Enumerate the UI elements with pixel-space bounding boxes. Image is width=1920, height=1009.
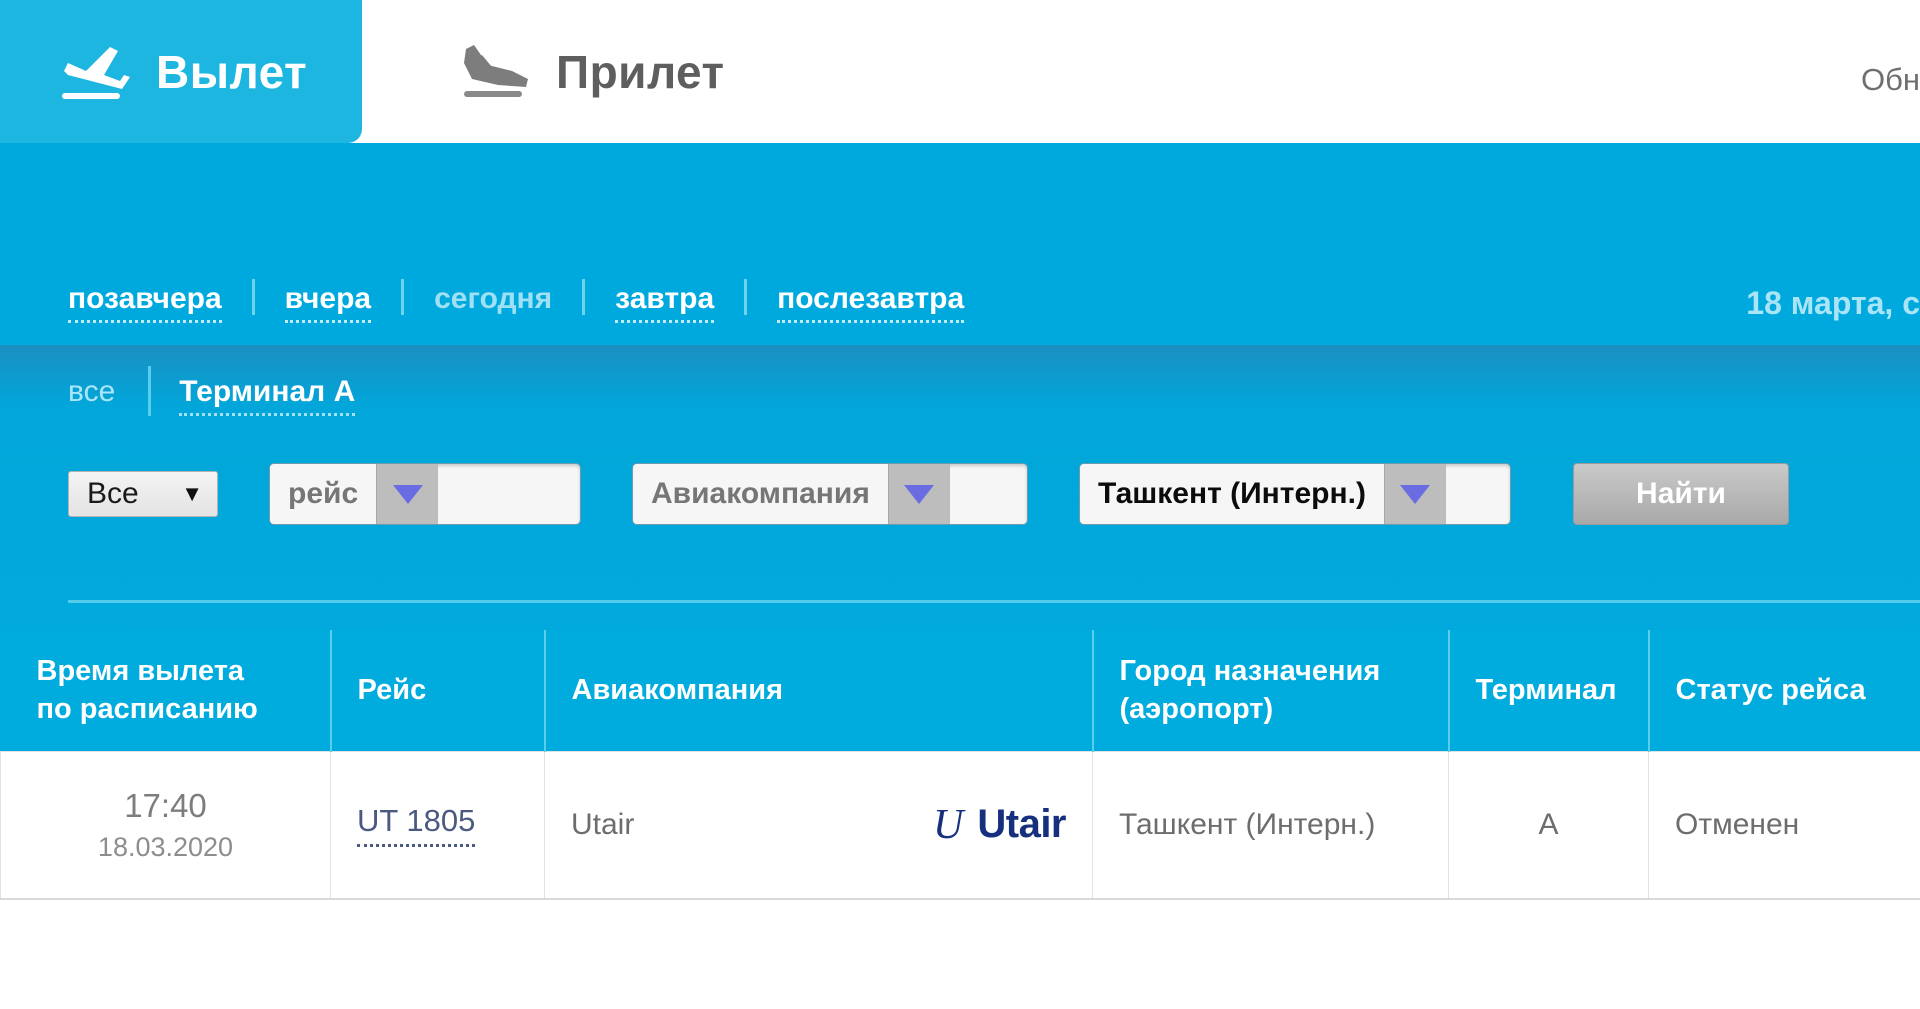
- city-combo[interactable]: Ташкент (Интерн.): [1079, 463, 1511, 525]
- cell-airline: Utair U Utair: [545, 751, 1093, 899]
- tab-arrival-label: Прилет: [556, 45, 725, 99]
- flight-date: 18.03.2020: [27, 829, 304, 865]
- date-bar: позавчера вчера сегодня завтра послезавт…: [0, 143, 1920, 345]
- column-header-flight: Рейс: [331, 630, 545, 751]
- table-row: 17:40 18.03.2020 UT 1805 Utair U Utair: [1, 751, 1920, 899]
- column-header-airline-line1: Авиакомпания: [572, 674, 784, 706]
- column-header-status: Статус рейса: [1649, 630, 1920, 751]
- date-separator: [401, 279, 404, 315]
- refresh-link[interactable]: Обн: [1861, 62, 1920, 98]
- column-header-terminal-line1: Терминал: [1476, 674, 1617, 706]
- airline-name: Utair: [571, 808, 634, 842]
- search-button-label: Найти: [1636, 477, 1726, 511]
- column-header-terminal: Терминал: [1449, 630, 1649, 751]
- column-header-flight-line1: Рейс: [358, 674, 427, 706]
- table-body: 17:40 18.03.2020 UT 1805 Utair U Utair: [1, 751, 1920, 899]
- flight-board-table: Время вылета по расписанию Рейс Авиакомп…: [0, 630, 1920, 900]
- city-combo-dropdown-button[interactable]: [1384, 464, 1446, 524]
- tab-arrival[interactable]: Прилет: [400, 0, 759, 143]
- column-header-time-line1: Время вылета: [37, 655, 245, 687]
- plane-departure-icon: [58, 41, 134, 103]
- cell-status: Отменен: [1649, 751, 1920, 899]
- table-header: Время вылета по расписанию Рейс Авиакомп…: [1, 630, 1920, 751]
- utair-logo-text: Utair: [977, 802, 1066, 847]
- chevron-down-icon: [393, 485, 423, 504]
- table-header-row: Время вылета по расписанию Рейс Авиакомп…: [1, 630, 1920, 751]
- flight-board-table-wrap: Время вылета по расписанию Рейс Авиакомп…: [0, 630, 1920, 900]
- terminal-filter-tabs: все Терминал А: [68, 366, 355, 416]
- airline-combo[interactable]: Авиакомпания: [632, 463, 1028, 525]
- date-separator: [582, 279, 585, 315]
- flight-number-link[interactable]: UT 1805: [357, 803, 475, 847]
- date-link-day-before-yesterday[interactable]: позавчера: [68, 282, 222, 323]
- date-separator: [252, 279, 255, 315]
- chevron-down-icon: [904, 485, 934, 504]
- column-header-status-line1: Статус рейса: [1676, 674, 1866, 706]
- terminal-filter-a[interactable]: Терминал А: [179, 375, 355, 416]
- flight-combo-dropdown-button[interactable]: [376, 464, 438, 524]
- column-header-city-line1: Город назначения: [1120, 655, 1381, 687]
- terminal-separator: [148, 366, 151, 416]
- date-range-links: позавчера вчера сегодня завтра послезавт…: [68, 279, 964, 323]
- tab-departure[interactable]: Вылет: [0, 0, 362, 143]
- utair-logo: U Utair: [933, 802, 1066, 847]
- flight-combo[interactable]: рейс: [269, 463, 581, 525]
- flight-combo-value: рейс: [270, 464, 376, 524]
- column-header-time-line2: по расписанию: [37, 690, 330, 728]
- airline-combo-value: Авиакомпания: [633, 464, 888, 524]
- filter-controls: Все ▼ рейс Авиакомпания Ташкент (Интерн.…: [68, 463, 1789, 525]
- airline-cell-inner: Utair U Utair: [571, 802, 1066, 847]
- filter-divider: [68, 600, 1920, 603]
- chevron-down-icon: [1400, 485, 1430, 504]
- date-link-today[interactable]: сегодня: [434, 282, 552, 323]
- terminal-select-value: Все: [87, 477, 139, 511]
- utair-u-mark-icon: U: [933, 804, 963, 846]
- tab-departure-label: Вылет: [156, 45, 307, 99]
- cell-terminal: A: [1449, 751, 1649, 899]
- plane-arrival-icon: [458, 41, 534, 103]
- date-link-yesterday[interactable]: вчера: [285, 282, 371, 323]
- column-header-time: Время вылета по расписанию: [1, 630, 331, 751]
- current-date-label: 18 марта, с: [1746, 285, 1920, 322]
- tab-bar: Вылет Прилет Обн: [0, 0, 1920, 143]
- column-header-airline: Авиакомпания: [545, 630, 1093, 751]
- date-link-day-after-tomorrow[interactable]: послезавтра: [777, 282, 964, 323]
- search-button[interactable]: Найти: [1573, 463, 1789, 525]
- column-header-city-line2: (аэропорт): [1120, 690, 1448, 728]
- flight-board-page: Вылет Прилет Обн позавчера вчера сегодня…: [0, 0, 1920, 1009]
- terminal-select[interactable]: Все ▼: [68, 471, 218, 517]
- city-combo-value: Ташкент (Интерн.): [1080, 464, 1384, 524]
- date-separator: [744, 279, 747, 315]
- cell-time: 17:40 18.03.2020: [1, 751, 331, 899]
- flight-time: 17:40: [27, 784, 304, 829]
- cell-city: Ташкент (Интерн.): [1093, 751, 1449, 899]
- terminal-filter-all[interactable]: все: [68, 375, 115, 416]
- cell-flight: UT 1805: [331, 751, 545, 899]
- date-link-tomorrow[interactable]: завтра: [615, 282, 714, 323]
- airline-combo-dropdown-button[interactable]: [888, 464, 950, 524]
- column-header-city: Город назначения (аэропорт): [1093, 630, 1449, 751]
- chevron-down-icon: ▼: [181, 483, 203, 505]
